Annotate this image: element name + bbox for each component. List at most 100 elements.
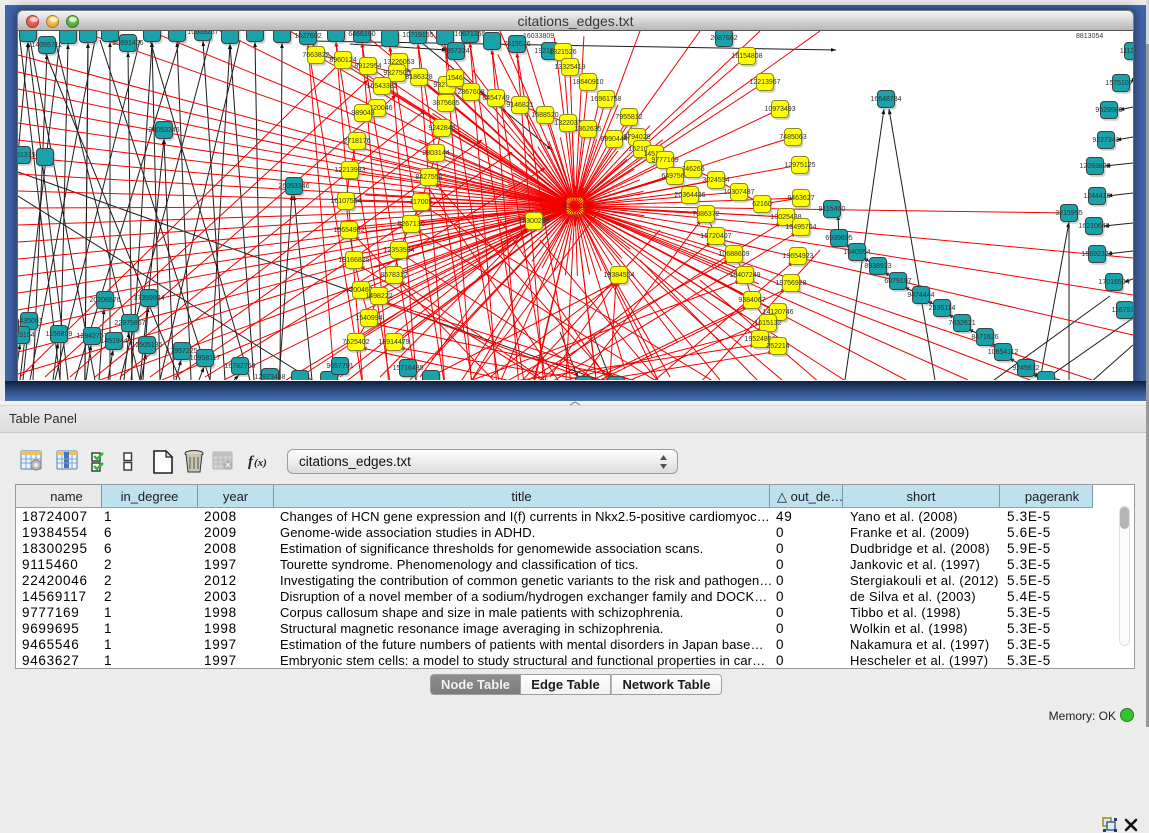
svg-text:7663822: 7663822 (302, 52, 329, 59)
svg-text:16782759: 16782759 (224, 363, 255, 370)
svg-text:16648784: 16648784 (870, 96, 901, 103)
svg-text:8912954: 8912954 (354, 63, 381, 70)
svg-text:2935114: 2935114 (929, 305, 956, 312)
svg-text:1651315: 1651315 (18, 152, 36, 159)
svg-text:19756928: 19756928 (775, 280, 806, 287)
svg-text:8267130: 8267130 (397, 221, 424, 228)
svg-text:15692371: 15692371 (1081, 251, 1112, 258)
svg-text:18407249: 18407249 (729, 272, 760, 279)
svg-text:13325419: 13325419 (554, 64, 585, 71)
svg-text:1527602: 1527602 (294, 33, 321, 40)
svg-text:16154808: 16154808 (731, 53, 762, 60)
svg-text:1540994: 1540994 (355, 315, 382, 322)
svg-text:(x): (x) (254, 457, 267, 469)
svg-text:8427552: 8427552 (415, 174, 442, 181)
svg-text:10719155: 10719155 (402, 32, 433, 39)
svg-text:12505135: 12505135 (131, 342, 162, 349)
svg-text:8186328: 8186328 (405, 74, 432, 81)
svg-text:1546: 1546 (447, 75, 463, 82)
svg-text:9115460: 9115460 (819, 206, 846, 213)
svg-text:19384554: 19384554 (603, 272, 634, 279)
svg-text:9777169: 9777169 (651, 157, 678, 164)
svg-text:17016504: 17016504 (1098, 279, 1129, 286)
svg-text:20206576: 20206576 (89, 297, 120, 304)
svg-text:26053346: 26053346 (148, 127, 179, 134)
svg-text:1167533: 1167533 (1112, 307, 1133, 314)
svg-text:12093822: 12093822 (1079, 163, 1110, 170)
svg-text:7955812: 7955812 (615, 114, 642, 121)
svg-text:9657791: 9657791 (326, 363, 353, 370)
svg-text:12353594: 12353594 (383, 247, 414, 254)
svg-text:8960124: 8960124 (329, 57, 356, 64)
svg-text:2867608: 2867608 (457, 89, 484, 96)
svg-text:14055712: 14055712 (31, 42, 62, 49)
svg-text:9463627: 9463627 (787, 195, 814, 202)
svg-text:10307487: 10307487 (723, 189, 754, 196)
svg-text:8938923: 8938923 (864, 263, 891, 270)
svg-text:15720407: 15720407 (700, 233, 731, 240)
svg-text:7386372: 7386372 (692, 211, 719, 218)
svg-text:16210643: 16210643 (1078, 223, 1109, 230)
svg-text:22975867: 22975867 (114, 320, 145, 327)
svg-text:746266: 746266 (681, 166, 704, 173)
svg-text:1640954: 1640954 (843, 249, 870, 256)
svg-text:13495764: 13495764 (785, 224, 816, 231)
svg-text:15751074: 15751074 (1105, 80, 1133, 87)
svg-text:8578312: 8578312 (380, 272, 407, 279)
svg-text:1156809: 1156809 (46, 331, 73, 338)
svg-text:1498222: 1498222 (365, 293, 392, 300)
svg-text:16033809: 16033809 (523, 33, 554, 40)
svg-text:16107554: 16107554 (330, 198, 361, 205)
svg-text:2718176: 2718176 (343, 138, 370, 145)
svg-text:6879197: 6879197 (884, 278, 911, 285)
svg-text:1615132: 1615132 (754, 320, 781, 327)
svg-text:9245612: 9245612 (1012, 365, 1039, 372)
svg-text:10653267: 10653267 (187, 31, 218, 36)
svg-text:10688609: 10688609 (718, 251, 749, 258)
svg-text:10654112: 10654112 (988, 349, 1019, 356)
svg-text:1362635: 1362635 (574, 126, 601, 133)
svg-text:19654982: 19654982 (333, 227, 364, 234)
svg-text:16961758: 16961758 (590, 96, 621, 103)
svg-text:7625402: 7625402 (342, 339, 369, 346)
svg-text:9227341: 9227341 (1092, 137, 1119, 144)
svg-text:989043: 989043 (351, 110, 374, 117)
svg-text:1112541: 1112541 (1120, 48, 1133, 55)
svg-text:10958117: 10958117 (190, 355, 221, 362)
svg-text:8454749: 8454749 (482, 95, 509, 102)
svg-text:7857224: 7857224 (442, 48, 469, 55)
svg-text:9474444: 9474444 (907, 292, 934, 299)
svg-text:1244415: 1244415 (1083, 193, 1110, 200)
svg-text:12213983: 12213983 (334, 167, 365, 174)
svg-text:18640910: 18640910 (572, 79, 603, 86)
svg-text:8813054: 8813054 (1076, 33, 1103, 40)
svg-text:1939154: 1939154 (18, 332, 35, 339)
svg-text:9384067: 9384067 (738, 297, 765, 304)
svg-text:3024554: 3024554 (702, 177, 729, 184)
svg-text:7515526: 7515526 (503, 41, 530, 48)
svg-text:1588520: 1588520 (531, 112, 558, 119)
svg-text:17359924: 17359924 (133, 295, 164, 302)
svg-text:9529986: 9529986 (1095, 107, 1122, 114)
svg-text:8471626: 8471626 (971, 334, 998, 341)
svg-text:7485063: 7485063 (779, 134, 806, 141)
svg-text:16671355: 16671355 (454, 31, 485, 38)
svg-text:20364436: 20364436 (674, 192, 705, 199)
svg-text:1435061: 1435061 (18, 318, 43, 325)
svg-text:3215955: 3215955 (1055, 210, 1082, 217)
svg-text:10973493: 10973493 (764, 106, 795, 113)
svg-text:18300295: 18300295 (518, 218, 549, 225)
svg-text:252214: 252214 (766, 343, 789, 350)
svg-text:2803144: 2803144 (422, 150, 449, 157)
svg-text:6939695: 6939695 (825, 235, 852, 242)
svg-text:13654923: 13654923 (782, 253, 813, 260)
svg-text:15716485: 15716485 (392, 365, 423, 372)
svg-text:6466160: 6466160 (348, 31, 375, 38)
svg-text:2087662: 2087662 (710, 35, 737, 42)
svg-text:12213967: 12213967 (749, 79, 780, 86)
svg-text:26053346: 26053346 (278, 183, 309, 190)
svg-text:20691406: 20691406 (112, 40, 143, 47)
svg-text:17957225: 17957225 (166, 348, 197, 355)
svg-text:62160: 62160 (752, 201, 772, 208)
svg-text:117005: 117005 (410, 199, 433, 206)
